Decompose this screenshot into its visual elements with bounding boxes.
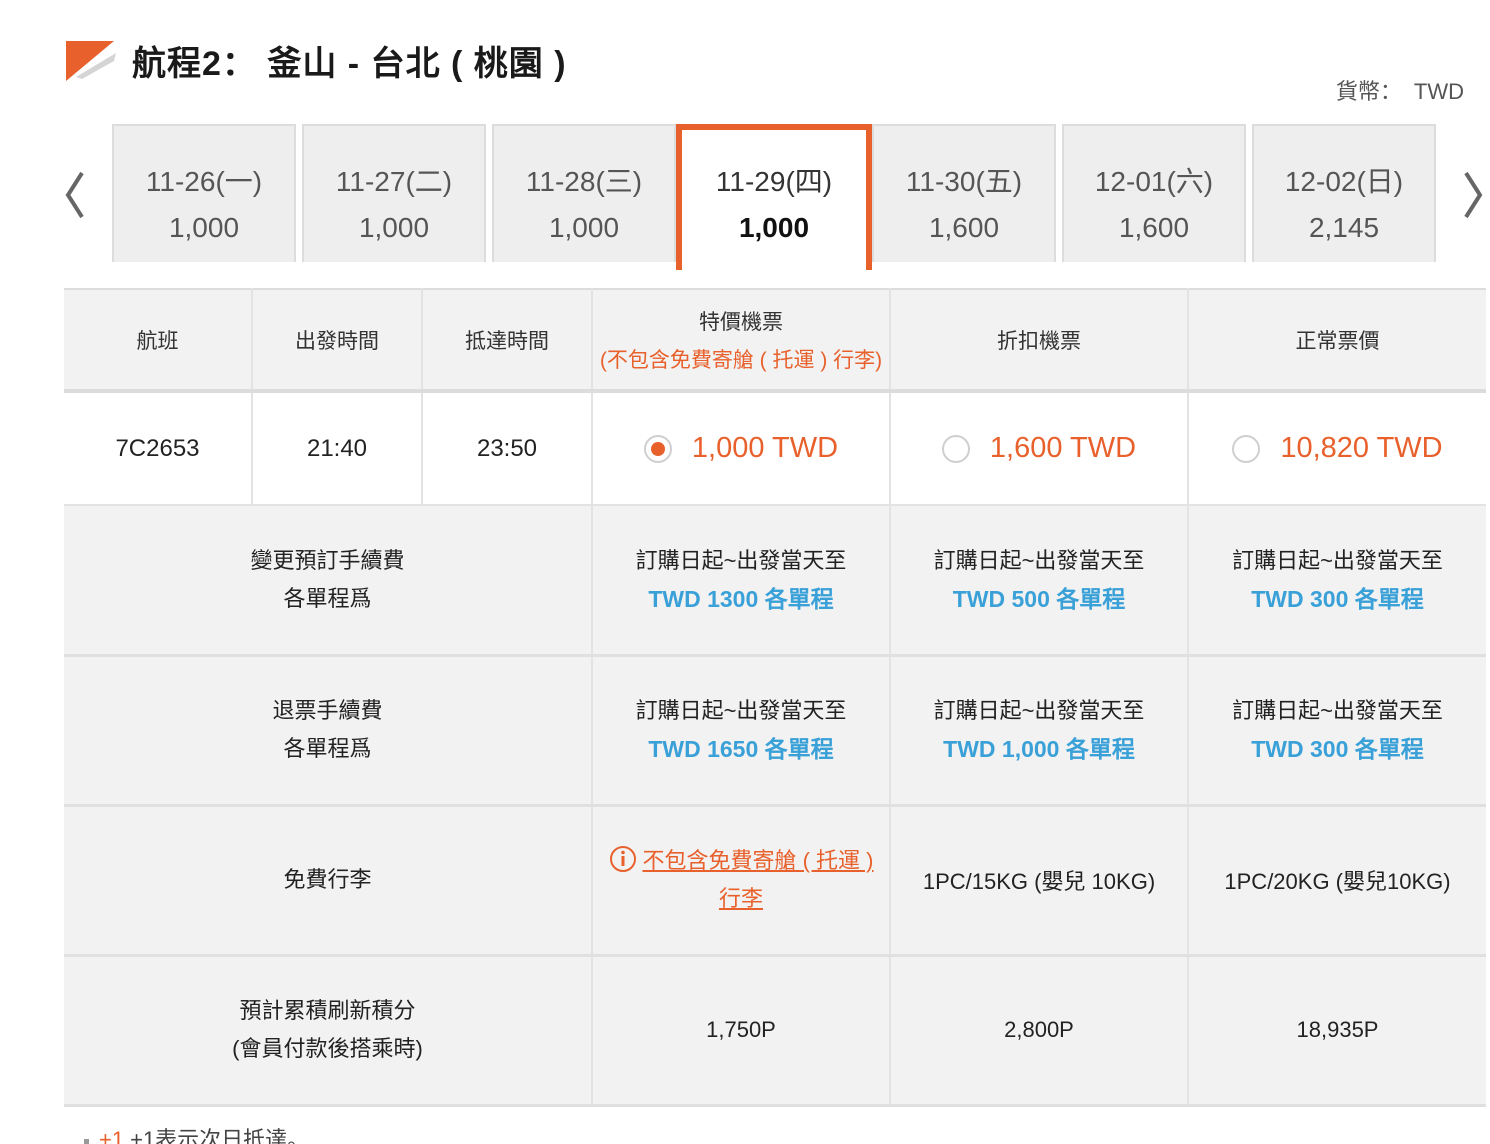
change-fee-amount: TWD 1300 各單程 [648,585,834,612]
discount-fare-radio[interactable] [941,434,970,463]
flight-row: 7C2653 21:40 23:50 1,000 TWD 1,600 TWD 1… [64,391,1486,506]
refund-fee-label: 退票手續費 各單程爲 [64,655,593,807]
change-fee-label: 變更預訂手續費 各單程爲 [64,505,593,657]
next-dates-chevron-icon[interactable] [1458,165,1488,225]
change-fee-period: 訂購日起~出發當天至 [635,547,847,573]
date-tab-date: 12-01(六) [1094,166,1214,197]
date-tab-price: 1,600 [1118,212,1190,243]
points-label-line1: 預計累積刷新積分 [239,998,416,1023]
points-label: 預計累積刷新積分 (會員付款後搭乘時) [64,955,593,1107]
prev-dates-chevron-icon[interactable] [60,165,90,225]
change-fee-amount: TWD 300 各單程 [1251,585,1424,612]
date-tab[interactable]: 11-30(五) 1,600 [872,124,1056,262]
footnote: +1 +1表示次日抵達。 [84,1122,309,1144]
refund-fee-period: 訂購日起~出發當天至 [635,698,847,723]
points-label-line2: (會員付款後搭乘時) [232,1036,423,1061]
discount-fare-price: 1,600 TWD [989,432,1137,464]
date-tab[interactable]: 11-27(二) 1,000 [302,124,486,262]
date-tab-price: 1,000 [168,212,240,243]
refund-fee-label-line1: 退票手續費 [272,698,383,723]
refund-fee-amount: TWD 1,000 各單程 [943,736,1135,762]
header-depart-time: 出發時間 [252,288,423,393]
date-tab-date: 12-02(日) [1284,166,1404,197]
refund-fee-normal: 訂購日起~出發當天至 TWD 300 各單程 [1188,655,1486,807]
refund-fee-discount: 訂購日起~出發當天至 TWD 1,000 各單程 [890,655,1189,807]
arrive-time: 23:50 [422,391,593,506]
refund-fee-label-line2: 各單程爲 [283,736,372,761]
change-fee-normal: 訂購日起~出發當天至 TWD 300 各單程 [1188,505,1486,657]
page-header: 航程2： 釜山 - 台北 ( 桃園 ) [62,32,567,88]
header-arrive-time: 抵達時間 [422,288,593,393]
next-day-marker: +1 [99,1127,125,1144]
currency-indicator: 貨幣： TWD [1336,74,1464,106]
points-normal: 18,935P [1188,955,1486,1107]
refund-fee-special: 訂購日起~出發當天至 TWD 1650 各單程 [592,655,891,807]
refund-fee-period: 訂購日起~出發當天至 [933,698,1145,723]
change-fee-label-line1: 變更預訂手續費 [250,547,405,573]
special-fare-option[interactable]: 1,000 TWD [592,391,891,506]
header-special-fare: 特價機票 (不包含免費寄艙 ( 托運 ) 行李) [592,288,891,393]
change-fee-discount: 訂購日起~出發當天至 TWD 500 各單程 [890,505,1189,657]
header-flight: 航班 [64,288,253,393]
points-discount: 2,800P [890,955,1189,1107]
special-fare-title: 特價機票 [699,310,783,334]
date-tab[interactable]: 11-26(一) 1,000 [112,124,296,262]
date-tab-price: 1,000 [548,212,620,243]
date-tab-price: 2,145 [1308,212,1380,243]
baggage-row: 免費行李 不包含免費寄艙 ( 托運 ) 行李 1PC/15KG (嬰兒 10KG… [64,805,1486,957]
depart-time: 21:40 [252,391,423,506]
date-tab-date: 11-27(二) [335,166,453,197]
info-icon [609,846,636,872]
refund-fee-period: 訂購日起~出發當天至 [1232,698,1443,723]
baggage-normal: 1PC/20KG (嬰兒10KG) [1188,805,1486,957]
page-title: 航程2： 釜山 - 台北 ( 桃園 ) [132,44,567,83]
date-tab-date: 11-29(四) [715,166,833,197]
baggage-info-link[interactable]: 不包含免費寄艙 ( 托運 ) 行李 [596,842,886,918]
refund-fee-row: 退票手續費 各單程爲 訂購日起~出發當天至 TWD 1650 各單程 訂購日起~… [64,655,1486,807]
header-discount-fare: 折扣機票 [890,288,1189,393]
currency-label: 貨幣： [1335,79,1402,104]
special-fare-price: 1,000 TWD [691,432,839,464]
baggage-special-text: 不包含免費寄艙 ( 托運 ) 行李 [642,848,874,911]
points-special: 1,750P [592,955,891,1107]
change-fee-special: 訂購日起~出發當天至 TWD 1300 各單程 [592,505,891,657]
special-fare-note: (不包含免費寄艙 ( 托運 ) 行李) [599,348,883,372]
date-tab-price: 1,000 [358,212,430,243]
change-fee-row: 變更預訂手續費 各單程爲 訂購日起~出發當天至 TWD 1300 各單程 訂購日… [64,505,1486,657]
change-fee-amount: TWD 500 各單程 [952,585,1126,612]
change-fee-period: 訂購日起~出發當天至 [1232,547,1443,573]
footnote-text: +1表示次日抵達。 [130,1127,310,1144]
date-tabs: 11-26(一) 1,000 11-27(二) 1,000 11-28(三) 1… [112,124,1436,392]
special-fare-radio[interactable] [643,434,672,463]
date-tab-active[interactable]: 11-29(四) 1,000 [676,124,872,270]
flag-icon [66,41,116,81]
refund-fee-amount: TWD 1650 各單程 [648,736,834,762]
currency-value: TWD [1413,79,1464,104]
normal-fare-option[interactable]: 10,820 TWD [1188,391,1486,506]
date-tab-date: 11-30(五) [905,166,1023,197]
points-row: 預計累積刷新積分 (會員付款後搭乘時) 1,750P 2,800P 18,935… [64,955,1486,1107]
normal-fare-radio[interactable] [1232,434,1261,463]
date-tab-date: 11-26(一) [145,166,263,197]
fare-table: 航班 出發時間 抵達時間 特價機票 (不包含免費寄艙 ( 托運 ) 行李) 折扣… [64,288,1486,1107]
date-tab-price: 1,000 [738,212,810,243]
date-tab[interactable]: 11-28(三) 1,000 [492,124,676,262]
baggage-discount: 1PC/15KG (嬰兒 10KG) [890,805,1189,957]
baggage-label: 免費行李 [64,805,593,957]
date-tab[interactable]: 12-02(日) 2,145 [1252,124,1436,262]
header-normal-fare: 正常票價 [1188,288,1486,393]
date-tab-date: 11-28(三) [525,166,643,197]
date-tab[interactable]: 12-01(六) 1,600 [1062,124,1246,262]
refund-fee-amount: TWD 300 各單程 [1251,736,1424,762]
flight-number: 7C2653 [64,391,253,506]
change-fee-label-line2: 各單程爲 [283,585,372,611]
normal-fare-price: 10,820 TWD [1280,432,1443,464]
baggage-special: 不包含免費寄艙 ( 托運 ) 行李 [592,805,891,957]
bullet-icon [84,1138,89,1144]
discount-fare-option[interactable]: 1,600 TWD [890,391,1189,506]
date-tab-price: 1,600 [928,212,1000,243]
table-header-row: 航班 出發時間 抵達時間 特價機票 (不包含免費寄艙 ( 托運 ) 行李) 折扣… [64,288,1486,393]
change-fee-period: 訂購日起~出發當天至 [933,547,1145,573]
